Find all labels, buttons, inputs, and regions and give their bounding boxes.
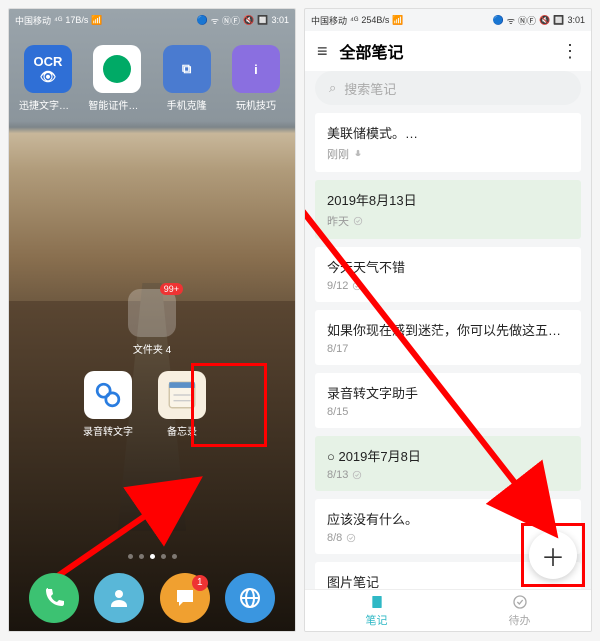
app-voice-to-text[interactable]: 录音转文字 — [79, 371, 137, 438]
note-meta: 8/17 — [327, 343, 569, 355]
dock-messages[interactable]: 1 — [160, 573, 210, 623]
note-item[interactable]: 录音转文字助手 8/15 — [315, 373, 581, 428]
note-meta: 刚刚 — [327, 146, 569, 162]
note-title: 如果你现在感到迷茫，你可以先做这五件事 — [327, 320, 569, 339]
note-title: ○ 2019年7月8日 — [327, 446, 569, 465]
page-indicator — [9, 554, 295, 559]
status-bar: 中国移动⁴ᴳ17B/s📶 🔵ᯤⓃⒻ🔇🔲3:01 — [9, 9, 295, 31]
notes-topbar: ≡ 全部笔记 ⋮ — [305, 31, 591, 71]
note-title: 录音转文字助手 — [327, 383, 569, 402]
note-meta: 9/12 — [327, 280, 569, 292]
note-meta: 8/13 — [327, 469, 569, 481]
app-tips[interactable]: i玩机技巧 — [227, 45, 285, 112]
app-phone-clone[interactable]: ⧉手机克隆 — [158, 45, 216, 112]
page-title: 全部笔记 — [340, 39, 549, 63]
search-input[interactable]: ⌕ 搜索笔记 — [315, 71, 581, 105]
msg-badge: 1 — [192, 575, 208, 591]
dock: 1 — [9, 573, 295, 623]
folder-4[interactable]: 99+ 文件夹 4 — [123, 289, 181, 356]
status-bar: 中国移动⁴ᴳ254B/s📶 🔵ᯤⓃⒻ🔇🔲3:01 — [305, 9, 591, 31]
dock-browser[interactable] — [225, 573, 275, 623]
app-ocr[interactable]: OCR👁迅捷文字识… — [19, 45, 77, 112]
more-icon[interactable]: ⋮ — [561, 41, 579, 62]
note-meta: 8/15 — [327, 406, 569, 418]
notes-list[interactable]: 美联储模式。… 刚刚 2019年8月13日昨天今天天气不错 9/12 如果你现在感到迷茫… — [315, 113, 581, 589]
note-item[interactable]: 如果你现在感到迷茫，你可以先做这五件事 8/17 — [315, 310, 581, 365]
app-id-photo[interactable]: 智能证件照… — [88, 45, 146, 112]
note-item[interactable]: ○ 2019年7月8日 8/13 — [315, 436, 581, 491]
notes-app: 中国移动⁴ᴳ254B/s📶 🔵ᯤⓃⒻ🔇🔲3:01 ≡ 全部笔记 ⋮ ⌕ 搜索笔记… — [304, 8, 592, 632]
tab-todo[interactable]: 待办 — [448, 590, 591, 631]
bottom-tabs: 笔记 待办 — [305, 589, 591, 631]
search-icon: ⌕ — [329, 80, 336, 96]
add-note-button[interactable]: ＋ — [529, 531, 577, 579]
note-title: 今天天气不错 — [327, 257, 569, 276]
highlight-memo — [191, 363, 267, 447]
dock-phone[interactable] — [29, 573, 79, 623]
note-title: 美联储模式。… — [327, 123, 569, 142]
home-screen: 中国移动⁴ᴳ17B/s📶 🔵ᯤⓃⒻ🔇🔲3:01 OCR👁迅捷文字识… 智能证件照… — [8, 8, 296, 632]
note-item[interactable]: 2019年8月13日昨天 — [315, 180, 581, 239]
tab-notes[interactable]: 笔记 — [305, 590, 448, 631]
menu-icon[interactable]: ≡ — [317, 41, 328, 62]
note-item[interactable]: 今天天气不错 9/12 — [315, 247, 581, 302]
dock-contacts[interactable] — [94, 573, 144, 623]
note-title: 2019年8月13日 — [327, 190, 569, 209]
note-meta: 昨天 — [327, 213, 569, 229]
folder-badge: 99+ — [160, 283, 183, 295]
note-item[interactable]: 美联储模式。… 刚刚 — [315, 113, 581, 172]
search-placeholder: 搜索笔记 — [344, 79, 396, 98]
